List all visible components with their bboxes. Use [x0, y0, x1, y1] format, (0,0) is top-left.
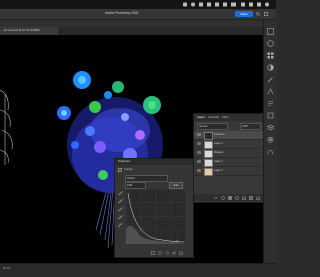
swatches-icon[interactable]: [267, 52, 274, 59]
properties-titlebar: Properties: [115, 159, 193, 165]
preset-select[interactable]: Default: [125, 175, 168, 182]
properties-title: Properties: [118, 159, 131, 163]
curves-label: Curves: [124, 167, 133, 171]
macos-menu-bar: [0, 0, 276, 9]
mask-icon[interactable]: [228, 195, 232, 200]
paths-icon[interactable]: [267, 148, 274, 155]
channels-icon[interactable]: [267, 136, 274, 143]
opacity-field[interactable]: 100%: [240, 123, 261, 130]
channel-select[interactable]: RGB: [125, 182, 146, 189]
app-top-bar: Adobe Photoshop 2020 Share: [0, 9, 276, 20]
layer-name: Flowers: [214, 151, 224, 154]
layer-name: Layer 0: [214, 169, 223, 172]
folder-icon[interactable]: [242, 196, 246, 200]
curve-tools[interactable]: [118, 191, 123, 231]
layer-thumbnail: [204, 150, 213, 158]
libraries-icon[interactable]: [267, 112, 274, 119]
layer-row-flowers[interactable]: Flowers: [194, 149, 263, 158]
share-button[interactable]: Share: [235, 11, 253, 17]
layers-panel-tabbar: Layers Channels Paths: [194, 114, 263, 121]
trash-icon[interactable]: [179, 251, 183, 255]
new-layer-icon[interactable]: [249, 195, 253, 200]
layer-name: Layer 2: [214, 142, 223, 145]
layer-thumbnail: [204, 141, 213, 149]
history-icon[interactable]: [267, 28, 274, 35]
layer-list: Curves 1 Layer 2 Flowers Layer 1 Layer 0: [194, 131, 263, 179]
layers-icon[interactable]: [267, 124, 274, 131]
clip-icon[interactable]: [151, 251, 155, 255]
curves-header: Curves: [118, 167, 190, 173]
zoom-readout[interactable]: 66.7%: [3, 267, 10, 270]
tab-paths[interactable]: Paths: [222, 115, 229, 120]
eye-icon[interactable]: [197, 133, 201, 136]
link-icon[interactable]: [214, 196, 218, 200]
blend-mode-select[interactable]: Normal: [197, 123, 228, 130]
layer-name: Layer 1: [214, 160, 223, 163]
document-tab-label: ...de reno.psd @ 66.7% (RGB/8): [2, 28, 40, 32]
visibility-icon[interactable]: [172, 251, 176, 255]
options-bar: [0, 20, 263, 27]
layer-thumbnail: [204, 159, 213, 167]
layers-panel-footer: [194, 194, 263, 201]
layer-row-layer1[interactable]: Layer 1: [194, 158, 263, 167]
adjustment-thumbnail: [204, 132, 213, 140]
tab-layers[interactable]: Layers: [197, 115, 205, 120]
character-icon[interactable]: [267, 88, 274, 95]
auto-button[interactable]: Auto: [169, 182, 183, 189]
app-title: Adobe Photoshop 2020: [105, 11, 139, 15]
layers-panel: Layers Channels Paths Normal 100% Curves…: [193, 113, 264, 203]
workspace-icon[interactable]: [264, 12, 268, 16]
adjustment-layer-icon[interactable]: [235, 195, 239, 200]
layer-thumbnail: [204, 168, 213, 176]
curves-icon: [118, 168, 122, 172]
eye-icon[interactable]: [197, 160, 201, 163]
panel-dock-toolbar: [263, 20, 277, 263]
search-icon[interactable]: [256, 12, 260, 16]
paragraph-icon[interactable]: [267, 100, 274, 107]
status-bar: 66.7%: [0, 263, 276, 277]
brush-icon[interactable]: [267, 76, 274, 83]
curves-graph[interactable]: [126, 189, 186, 244]
trash-icon[interactable]: [256, 196, 260, 200]
fx-icon[interactable]: [221, 195, 225, 200]
view-previous-icon[interactable]: [158, 251, 162, 255]
color-icon[interactable]: [267, 40, 274, 47]
document-tab-bar: ...de reno.psd @ 66.7% (RGB/8): [0, 27, 263, 35]
layer-name: Curves 1: [214, 133, 225, 136]
eye-icon[interactable]: [197, 169, 201, 172]
layer-row-layer0[interactable]: Layer 0: [194, 167, 263, 176]
layer-row-layer2[interactable]: Layer 2: [194, 140, 263, 149]
reset-icon[interactable]: [165, 251, 169, 255]
tab-channels[interactable]: Channels: [208, 115, 219, 120]
properties-panel: Properties Curves Default RGB Auto: [114, 158, 194, 258]
layer-row-curves[interactable]: Curves 1: [194, 131, 263, 140]
adjustments-icon[interactable]: [267, 64, 274, 71]
menu-bar-status-icons: [183, 2, 269, 7]
eye-icon[interactable]: [197, 151, 201, 154]
document-tab[interactable]: ...de reno.psd @ 66.7% (RGB/8): [0, 27, 58, 35]
eye-icon[interactable]: [197, 142, 201, 145]
properties-footer: [115, 250, 193, 256]
